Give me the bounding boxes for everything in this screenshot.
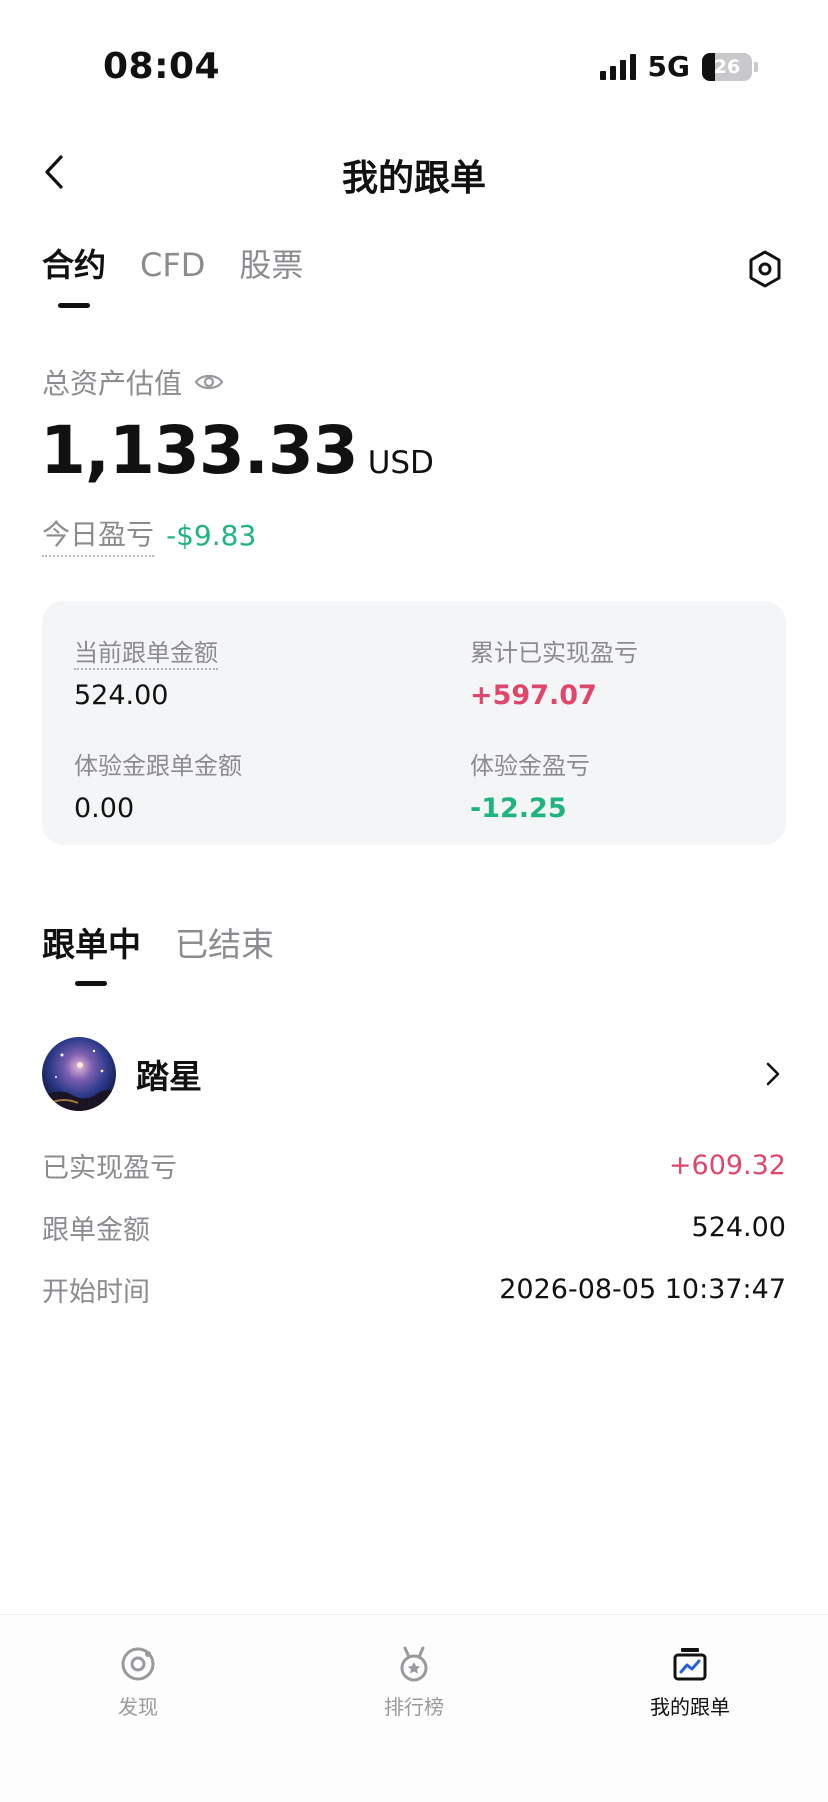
trader-amount-row: 跟单金额 524.00	[42, 1208, 786, 1247]
trader-row[interactable]: 踏星	[42, 1035, 786, 1113]
status-time: 08:04	[103, 46, 221, 87]
trial-amount-stat: 体验金跟单金额 0.00	[74, 746, 242, 824]
trader-realized-pnl-label: 已实现盈亏	[42, 1153, 177, 1184]
battery-level: 26	[713, 55, 741, 78]
current-amount-label[interactable]: 当前跟单金额	[74, 639, 218, 670]
signal-icon	[599, 53, 636, 80]
trader-name: 踏星	[136, 1057, 202, 1096]
today-pnl-value: -$9.83	[166, 518, 257, 552]
discover-icon	[121, 1647, 155, 1681]
nav-my-copy-trade-label: 我的跟单	[650, 1695, 730, 1719]
trader-realized-pnl-value: +609.32	[668, 1150, 786, 1181]
chevron-right-icon	[766, 1062, 780, 1086]
settings-hexagon-icon[interactable]	[748, 250, 782, 288]
total-assets-label-row: 总资产估值	[42, 362, 224, 402]
current-amount-value: 524.00	[74, 680, 169, 711]
tab-ended[interactable]: 已结束	[175, 918, 274, 966]
follow-status-tabs: 跟单中 已结束	[42, 918, 274, 966]
current-amount-stat: 当前跟单金额 524.00	[74, 633, 218, 711]
total-assets-label: 总资产估值	[42, 367, 183, 400]
today-pnl-label[interactable]: 今日盈亏	[42, 513, 155, 557]
page-title: 我的跟单	[341, 158, 486, 199]
trader-start-time-value: 2026-08-05 10:37:47	[499, 1274, 786, 1305]
tab-contract[interactable]: 合约	[42, 240, 106, 286]
trial-pnl-value: -12.25	[470, 793, 567, 824]
trial-amount-label: 体验金跟单金额	[74, 752, 242, 780]
status-indicators: 5G 26	[599, 50, 758, 83]
summary-card: 当前跟单金额 524.00 累计已实现盈亏 +597.07 体验金跟单金额 0.…	[42, 601, 786, 845]
total-assets-value-row: 1,133.33 USD	[40, 412, 434, 489]
tab-following[interactable]: 跟单中	[42, 918, 141, 966]
tab-stocks[interactable]: 股票	[239, 240, 303, 286]
nav-ranking-label: 排行榜	[384, 1695, 444, 1719]
total-assets-unit: USD	[367, 445, 434, 481]
trader-realized-pnl-row: 已实现盈亏 +609.32	[42, 1146, 786, 1185]
battery-tip	[754, 61, 758, 72]
trial-pnl-label: 体验金盈亏	[470, 752, 590, 780]
trader-amount-value: 524.00	[691, 1212, 786, 1243]
realized-pnl-value: +597.07	[470, 680, 597, 711]
bottom-nav: 发现 排行榜 我的跟单	[0, 1614, 828, 1802]
my-copy-trade-icon	[673, 1648, 707, 1681]
today-pnl-row: 今日盈亏 -$9.83	[42, 513, 256, 557]
battery-icon: 26	[702, 52, 752, 81]
nav-discover-label: 发现	[118, 1695, 158, 1719]
trader-start-time-row: 开始时间 2026-08-05 10:37:47	[42, 1270, 786, 1309]
tab-cfd[interactable]: CFD	[140, 246, 205, 284]
trial-amount-value: 0.00	[74, 793, 135, 824]
trader-amount-label: 跟单金额	[42, 1215, 150, 1246]
ranking-medal-icon	[400, 1646, 428, 1682]
nav-ranking[interactable]: 排行榜	[334, 1645, 494, 1720]
eye-icon[interactable]	[194, 371, 224, 393]
nav-discover[interactable]: 发现	[58, 1645, 218, 1720]
network-type: 5G	[647, 50, 690, 83]
active-tab-indicator	[58, 303, 90, 308]
trial-pnl-stat: 体验金盈亏 -12.25	[470, 746, 590, 824]
asset-type-tabs: 合约 CFD 股票	[42, 240, 303, 286]
trader-start-time-label: 开始时间	[42, 1277, 150, 1308]
realized-pnl-stat: 累计已实现盈亏 +597.07	[470, 633, 638, 711]
nav-my-copy-trade[interactable]: 我的跟单	[610, 1645, 770, 1720]
realized-pnl-label: 累计已实现盈亏	[470, 639, 638, 667]
trader-avatar	[42, 1037, 116, 1111]
total-assets-value: 1,133.33	[40, 412, 359, 489]
follow-tab-indicator	[75, 981, 107, 986]
